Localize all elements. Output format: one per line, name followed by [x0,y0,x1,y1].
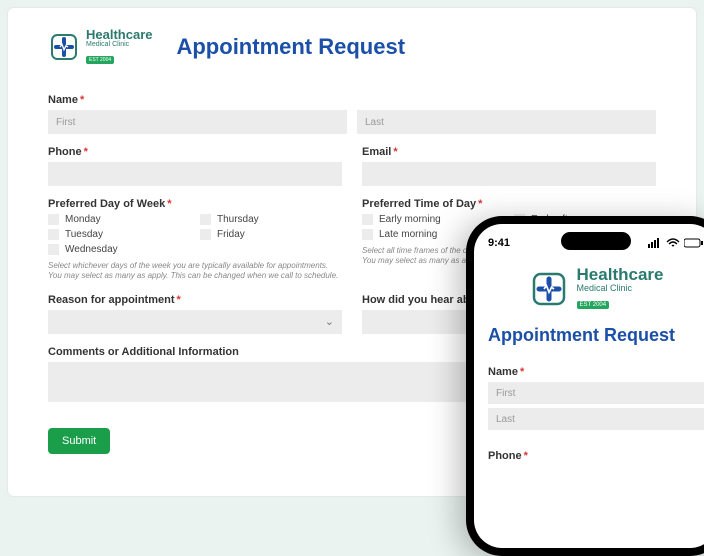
name-label: Name* [48,94,656,106]
phone-last-input[interactable] [488,408,704,430]
phone-brand-name: Healthcare [577,266,664,283]
logo-icon [48,31,80,63]
phone-logo: Healthcare Medical Clinic EST 2004 [488,266,704,311]
reason-select[interactable]: ⌄ [48,310,342,334]
signal-icon [648,238,662,248]
phone-notch [561,232,631,250]
time-option: Early morning [379,214,441,225]
form-card: Healthcare Medical Clinic EST 2004 Appoi… [8,8,696,496]
header: Healthcare Medical Clinic EST 2004 Appoi… [48,28,656,66]
email-label: Email* [362,146,656,158]
thursday-checkbox[interactable] [200,214,211,225]
day-option: Friday [217,229,245,240]
phone-name-label: Name* [488,366,704,378]
status-time: 9:41 [488,237,510,249]
brand-subtitle: Medical Clinic [86,41,152,48]
logo-icon [529,269,569,309]
wifi-icon [666,238,680,248]
monday-checkbox[interactable] [48,214,59,225]
reason-label: Reason for appointment* [48,294,342,306]
phone-first-input[interactable] [488,382,704,404]
email-input[interactable] [362,162,656,186]
tuesday-checkbox[interactable] [48,229,59,240]
wednesday-checkbox[interactable] [48,244,59,255]
day-option: Monday [65,214,101,225]
phone-page-title: Appointment Request [488,325,704,346]
brand-name: Healthcare [86,28,152,41]
early-morning-checkbox[interactable] [362,214,373,225]
phone-brand-badge: EST 2004 [577,301,610,309]
phone-label: Phone* [48,146,342,158]
late-morning-checkbox[interactable] [362,229,373,240]
phone-phone-label: Phone* [488,450,704,462]
day-option: Tuesday [65,229,103,240]
day-option: Wednesday [65,244,118,255]
pref-time-label: Preferred Time of Day* [362,198,656,210]
last-name-input[interactable] [357,110,656,134]
status-icons [648,238,704,248]
chevron-down-icon: ⌄ [325,315,334,328]
first-name-input[interactable] [48,110,347,134]
page-title: Appointment Request [176,34,405,60]
battery-icon [684,238,704,248]
day-option: Thursday [217,214,259,225]
phone-mockup: 9:41 Healthcare Medical Clinic EST 2004 [466,216,704,556]
days-help-text: Select whichever days of the week you ar… [48,261,342,282]
phone-input[interactable] [48,162,342,186]
submit-button[interactable]: Submit [48,428,110,454]
friday-checkbox[interactable] [200,229,211,240]
time-option: Late morning [379,229,437,240]
phone-brand-subtitle: Medical Clinic [577,283,664,293]
phone-screen: 9:41 Healthcare Medical Clinic EST 2004 [474,224,704,548]
pref-day-label: Preferred Day of Week* [48,198,342,210]
logo: Healthcare Medical Clinic EST 2004 [48,28,152,66]
brand-badge: EST 2004 [86,56,114,64]
